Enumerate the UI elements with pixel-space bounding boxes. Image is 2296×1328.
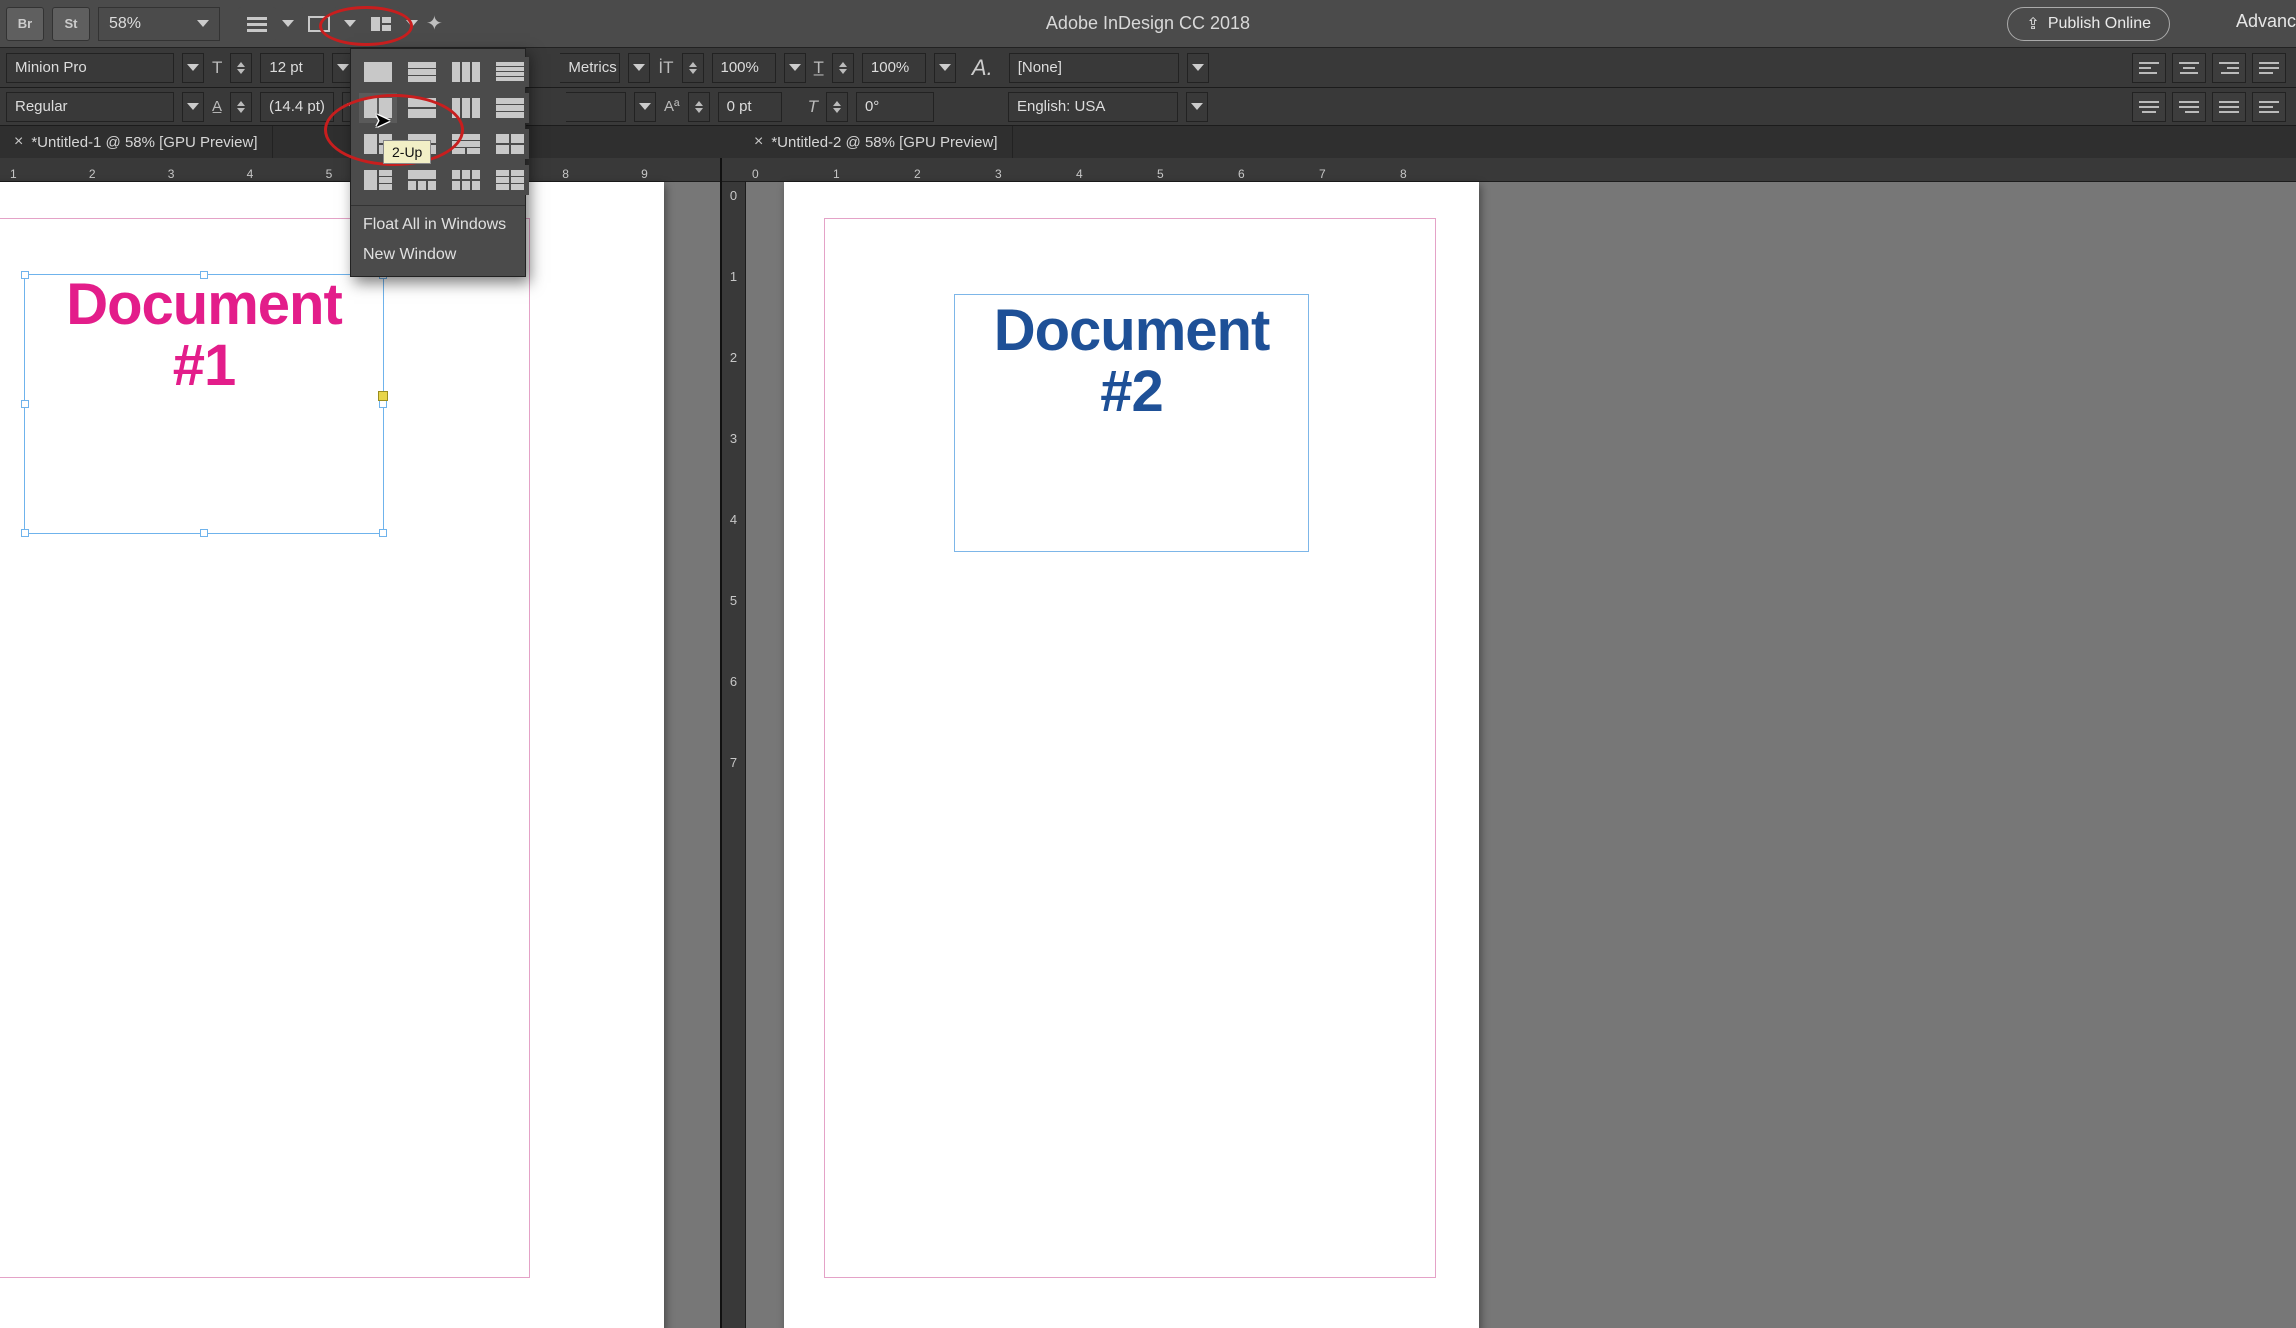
view-options-button[interactable]: [238, 7, 276, 41]
document-tab-bar: × *Untitled-1 @ 58% [GPU Preview] × *Unt…: [0, 126, 2296, 158]
stock-button[interactable]: St: [52, 7, 90, 41]
font-style-field[interactable]: Regular: [6, 92, 174, 122]
justify-all-button[interactable]: [2212, 92, 2246, 122]
canvas-area[interactable]: Document#1: [24, 182, 720, 1328]
arrange-6a-button[interactable]: [447, 165, 485, 195]
chevron-down-icon[interactable]: [784, 53, 806, 83]
workspace: 123456789 Document#1: [0, 158, 2296, 1328]
arrange-4b-button[interactable]: [491, 129, 529, 159]
publish-online-button[interactable]: ⇪ Publish Online: [2007, 7, 2170, 41]
skew-field[interactable]: 0°: [856, 92, 934, 122]
chevron-down-icon[interactable]: [182, 53, 204, 83]
page[interactable]: Document#1: [0, 182, 664, 1328]
arrange-documents-button[interactable]: [362, 7, 400, 41]
justify-center-button[interactable]: [2132, 92, 2166, 122]
tab-untitled-1[interactable]: × *Untitled-1 @ 58% [GPU Preview]: [0, 126, 273, 158]
paragraph-justify-group: [2132, 92, 2286, 122]
language-field[interactable]: English: USA: [1008, 92, 1178, 122]
zoom-value: 58%: [109, 15, 141, 33]
new-window-menuitem[interactable]: New Window: [351, 240, 525, 270]
arrange-consolidate-button[interactable]: [359, 57, 397, 87]
arrange-3up-v-button[interactable]: [447, 93, 485, 123]
chevron-down-icon[interactable]: [282, 20, 294, 27]
arrange-3up-h-button[interactable]: [491, 93, 529, 123]
arrange-5a-button[interactable]: [359, 165, 397, 195]
baseline-shift-icon: Aª: [664, 98, 680, 115]
vscale-stepper[interactable]: [832, 53, 854, 83]
justify-right-button[interactable]: [2172, 92, 2206, 122]
skew-stepper[interactable]: [826, 92, 848, 122]
screen-mode-button[interactable]: [300, 7, 338, 41]
chevron-down-icon[interactable]: [344, 20, 356, 27]
chevron-down-icon[interactable]: [934, 53, 956, 83]
align-center-button[interactable]: [2172, 53, 2206, 83]
control-bar-row1: Minion Pro T 12 pt Metrics İT 100% T̲ 10…: [0, 48, 2296, 88]
document-pane-1[interactable]: 123456789 Document#1: [0, 158, 722, 1328]
chevron-down-icon[interactable]: [406, 20, 418, 27]
canvas-area[interactable]: Document#2: [746, 182, 2296, 1328]
arrange-documents-panel: Float All in Windows New Window: [350, 48, 526, 277]
text-frame-selected[interactable]: Document#1: [24, 274, 384, 534]
font-size-stepper[interactable]: [230, 53, 252, 83]
arrange-5b-button[interactable]: [403, 165, 441, 195]
text-frame[interactable]: Document#2: [954, 294, 1309, 552]
font-size-field[interactable]: 12 pt: [260, 53, 324, 83]
hscale-stepper[interactable]: [682, 53, 704, 83]
align-towards-spine-button[interactable]: [2252, 92, 2286, 122]
horizontal-scale-icon: İT: [658, 58, 673, 78]
character-style-icon: A.: [972, 55, 993, 81]
ruler-horizontal[interactable]: 012345678: [722, 158, 2296, 182]
chevron-down-icon[interactable]: [1187, 53, 1209, 83]
font-family-field[interactable]: Minion Pro: [6, 53, 174, 83]
arrange-2up-h-button[interactable]: [403, 93, 441, 123]
arrange-tile-all-h-button[interactable]: [403, 57, 441, 87]
app-toolbar: Br St 58% ✦ Adobe InDesign CC 2018 ⇪ Pub…: [0, 0, 2296, 48]
page[interactable]: Document#2: [784, 182, 1479, 1328]
document-pane-2[interactable]: 012345678 01234567 Document#2: [722, 158, 2296, 1328]
vscale-field[interactable]: 100%: [862, 53, 926, 83]
float-all-menuitem[interactable]: Float All in Windows: [351, 210, 525, 240]
leading-icon: A̲: [212, 98, 222, 115]
close-tab-icon[interactable]: ×: [14, 133, 23, 151]
chevron-down-icon: [197, 20, 209, 27]
chevron-down-icon[interactable]: [628, 53, 650, 83]
leading-stepper[interactable]: [230, 92, 252, 122]
align-left-button[interactable]: [2132, 53, 2166, 83]
font-size-icon: T: [212, 58, 222, 78]
chevron-down-icon[interactable]: [182, 92, 204, 122]
leading-field[interactable]: (14.4 pt): [260, 92, 334, 122]
tooltip: 2-Up: [383, 140, 431, 164]
chevron-down-icon[interactable]: [634, 92, 656, 122]
baseline-field[interactable]: 0 pt: [718, 92, 782, 122]
upload-icon: ⇪: [2026, 14, 2039, 34]
arrange-tile-grid-button[interactable]: [491, 57, 529, 87]
zoom-dropdown[interactable]: 58%: [98, 7, 220, 41]
vertical-scale-icon: T̲: [814, 58, 824, 78]
arrange-tile-all-v-button[interactable]: [447, 57, 485, 87]
char-style-field[interactable]: [None]: [1009, 53, 1179, 83]
control-bar-row2: Regular A̲ (14.4 pt) Aª 0 pt T 0° Englis…: [0, 88, 2296, 126]
workspace-switcher[interactable]: Advance: [2236, 11, 2296, 32]
justify-left-button[interactable]: [2252, 53, 2286, 83]
close-tab-icon[interactable]: ×: [754, 133, 763, 151]
skew-icon: T: [808, 97, 818, 117]
bridge-button[interactable]: Br: [6, 7, 44, 41]
app-title: Adobe InDesign CC 2018: [1046, 13, 1250, 34]
document-text: Document#1: [25, 275, 383, 397]
hscale-field[interactable]: 100%: [712, 53, 776, 83]
gpu-preview-icon[interactable]: ✦: [426, 11, 443, 36]
kerning-field[interactable]: Metrics: [560, 53, 620, 83]
chevron-down-icon[interactable]: [1186, 92, 1208, 122]
align-right-button[interactable]: [2212, 53, 2246, 83]
tab-untitled-2[interactable]: × *Untitled-2 @ 58% [GPU Preview]: [740, 126, 1013, 158]
arrange-4a-button[interactable]: [447, 129, 485, 159]
live-corner-handle[interactable]: [378, 391, 388, 401]
tracking-field[interactable]: [566, 92, 626, 122]
baseline-stepper[interactable]: [688, 92, 710, 122]
ruler-vertical[interactable]: 01234567: [722, 182, 746, 1328]
document-text: Document#2: [955, 295, 1308, 423]
cursor-icon: ➤: [374, 108, 391, 133]
arrange-6b-button[interactable]: [491, 165, 529, 195]
paragraph-align-group: [2132, 53, 2286, 83]
